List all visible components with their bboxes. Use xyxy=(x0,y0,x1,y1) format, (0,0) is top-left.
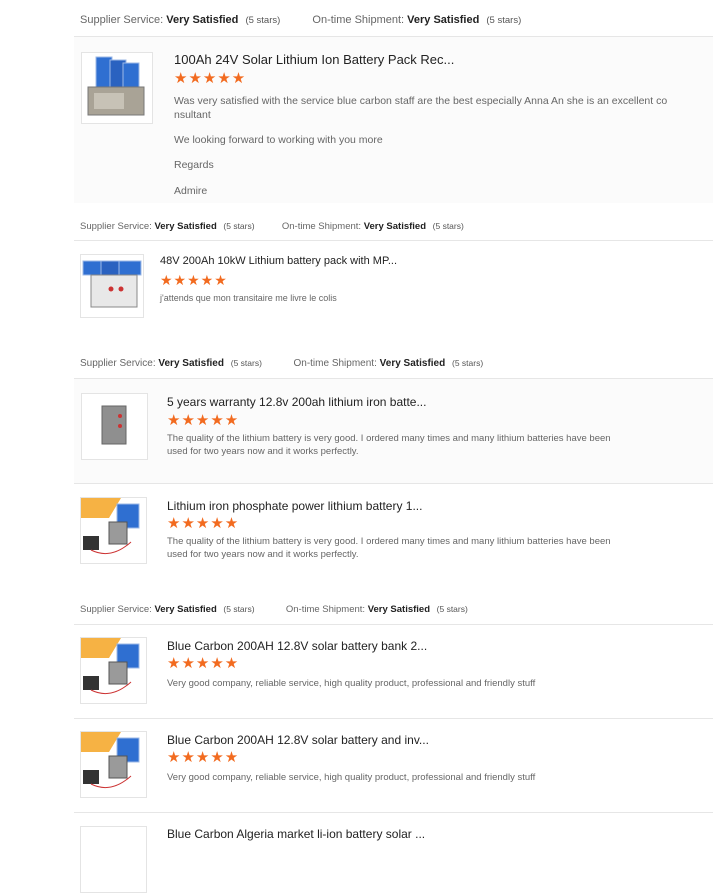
supplier-service-value: Very Satisfied xyxy=(158,358,224,369)
ontime-shipment-value: Very Satisfied xyxy=(379,358,446,369)
supplier-service-label: Supplier Service: xyxy=(80,14,164,26)
product-title[interactable]: 48V 200Ah 10kW Lithium battery pack with… xyxy=(160,255,397,267)
ontime-shipment-value: Very Satisfied xyxy=(363,221,427,232)
review-text: used for two years now and it works perf… xyxy=(167,549,359,560)
solar-battery-image xyxy=(81,638,140,695)
product-title[interactable]: Lithium iron phosphate power lithium bat… xyxy=(167,499,422,513)
star-rating: ★★★★★ xyxy=(167,515,240,532)
supplier-service-value: Very Satisfied xyxy=(154,604,217,615)
ontime-shipment-stars: (5 stars) xyxy=(432,221,464,231)
product-thumbnail[interactable] xyxy=(81,52,153,124)
review-text: nsultant xyxy=(174,109,211,121)
supplier-service-stars: (5 stars) xyxy=(223,221,255,231)
rating-summary: Supplier Service: Very Satisfied (5 star… xyxy=(80,604,713,615)
product-title[interactable]: Blue Carbon 200AH 12.8V solar battery an… xyxy=(167,733,429,747)
star-rating: ★★★★★ xyxy=(174,70,247,87)
review-text: j'attends que mon transitaire me livre l… xyxy=(160,293,337,303)
review-text: used for two years now and it works perf… xyxy=(167,446,359,457)
ontime-shipment-stars: (5 stars) xyxy=(436,604,468,614)
rating-summary: Supplier Service: Very Satisfied (5 star… xyxy=(80,221,713,232)
product-thumbnail[interactable] xyxy=(80,497,147,564)
review-text: Was very satisfied with the service blue… xyxy=(174,95,668,107)
review-text: Very good company, reliable service, hig… xyxy=(167,678,536,689)
solar-battery-image xyxy=(81,732,140,789)
supplier-service-stars: (5 stars) xyxy=(230,358,262,368)
solar-battery-image xyxy=(81,498,140,555)
product-title[interactable]: Blue Carbon 200AH 12.8V solar battery ba… xyxy=(167,639,427,653)
review-text: Admire xyxy=(174,185,208,197)
product-thumbnail[interactable] xyxy=(80,826,147,893)
rating-summary: Supplier Service: Very Satisfied (5 star… xyxy=(80,358,713,369)
ontime-shipment-value: Very Satisfied xyxy=(407,14,480,26)
ontime-shipment-label: On-time Shipment: xyxy=(293,358,377,369)
review-text: Regards xyxy=(174,159,214,171)
product-thumbnail[interactable] xyxy=(80,254,144,318)
product-title[interactable]: Blue Carbon Algeria market li-ion batter… xyxy=(167,827,425,841)
ontime-shipment-label: On-time Shipment: xyxy=(312,14,405,26)
battery-image xyxy=(101,405,127,445)
solar-battery-image xyxy=(87,56,145,116)
star-rating: ★★★★★ xyxy=(167,412,240,429)
supplier-service-value: Very Satisfied xyxy=(154,221,217,232)
supplier-service-stars: (5 stars) xyxy=(245,15,281,26)
supplier-service-label: Supplier Service: xyxy=(80,221,152,232)
rating-summary: Supplier Service: Very Satisfied (5 star… xyxy=(80,14,713,26)
product-thumbnail[interactable] xyxy=(80,637,147,704)
ontime-shipment-stars: (5 stars) xyxy=(452,358,484,368)
review-text: We looking forward to working with you m… xyxy=(174,134,383,146)
review-text: The quality of the lithium battery is ve… xyxy=(167,433,611,444)
product-thumbnail[interactable] xyxy=(81,393,148,460)
ontime-shipment-value: Very Satisfied xyxy=(367,604,431,615)
ontime-shipment-label: On-time Shipment: xyxy=(285,604,366,615)
ontime-shipment-label: On-time Shipment: xyxy=(281,221,362,232)
product-thumbnail[interactable] xyxy=(80,731,147,798)
product-title[interactable]: 5 years warranty 12.8v 200ah lithium iro… xyxy=(167,395,426,409)
star-rating: ★★★★★ xyxy=(167,749,240,766)
supplier-service-value: Very Satisfied xyxy=(166,14,239,26)
ontime-shipment-stars: (5 stars) xyxy=(486,15,522,26)
solar-battery-image xyxy=(82,260,142,308)
product-title[interactable]: 100Ah 24V Solar Lithium Ion Battery Pack… xyxy=(174,52,454,67)
supplier-service-stars: (5 stars) xyxy=(223,604,255,614)
review-text: Very good company, reliable service, hig… xyxy=(167,772,536,783)
supplier-service-label: Supplier Service: xyxy=(80,604,152,615)
star-rating: ★★★★★ xyxy=(167,655,240,672)
supplier-service-label: Supplier Service: xyxy=(80,358,156,369)
review-text: The quality of the lithium battery is ve… xyxy=(167,536,611,547)
star-rating: ★★★★★ xyxy=(160,272,228,288)
